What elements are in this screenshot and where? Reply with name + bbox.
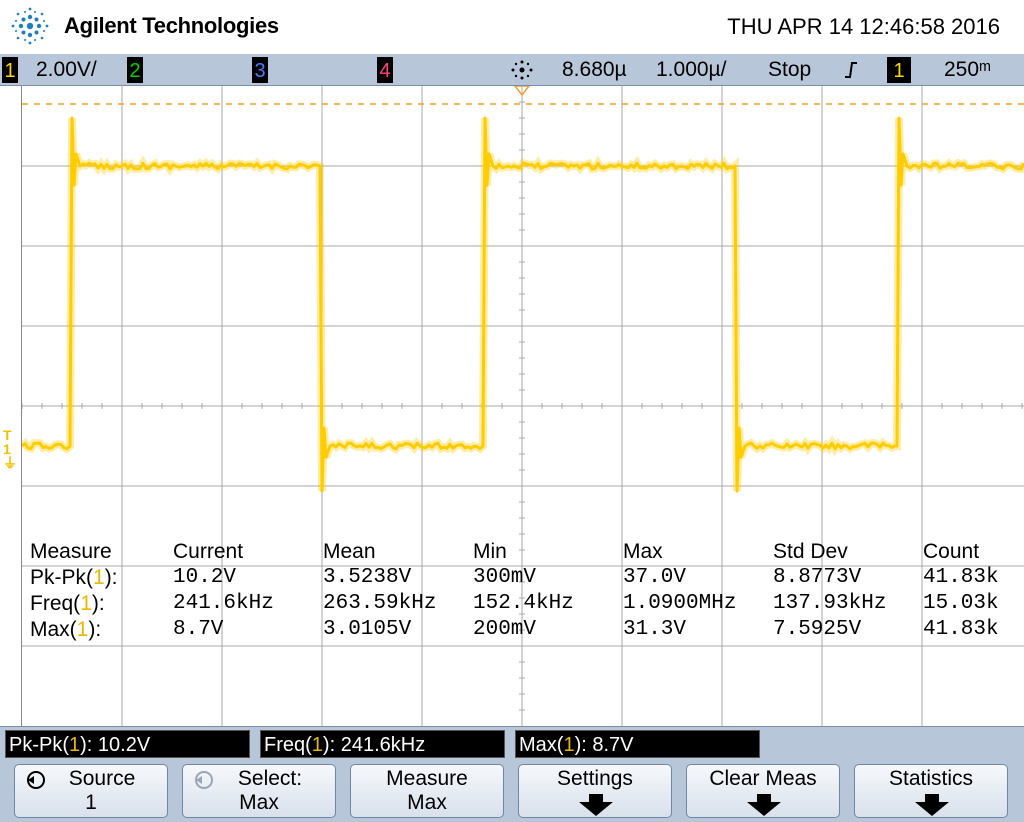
quick-meas-freq[interactable]: Freq(1): 241.6kHz [260, 730, 505, 758]
quick-meas-value: ): 10.2V [80, 734, 151, 756]
submenu-arrow-icon [747, 794, 781, 816]
column-header: Count [923, 540, 980, 563]
cell-count: 41.83k [923, 566, 999, 589]
select-button[interactable]: Select: Max [182, 764, 336, 818]
column-header: Max [623, 540, 663, 563]
channel-number: 1 [93, 566, 105, 589]
channel-number: 1 [80, 592, 92, 615]
measure-value: Max [407, 791, 447, 814]
column-header: Measure [30, 540, 112, 563]
measurement-label: Pk-Pk( [30, 566, 93, 589]
quick-meas-pkpk[interactable]: Pk-Pk(1): 10.2V [5, 730, 250, 758]
clear-meas-label: Clear Meas [709, 767, 817, 790]
channel-number: 1 [76, 618, 89, 641]
column-header: Std Dev [773, 540, 848, 563]
cell-max: 31.3V [623, 618, 687, 641]
measure-max-button[interactable]: Measure Max [350, 764, 504, 818]
cell-min: 200mV [473, 618, 537, 641]
cell-current: 10.2V [173, 566, 237, 589]
cell-mean: 3.5238V [323, 566, 412, 589]
quick-meas-label: Freq( [264, 734, 312, 756]
quick-meas-value: ): 241.6kHz [322, 734, 426, 756]
channel-3-indicator[interactable]: 3 [252, 57, 268, 83]
timebase-value: 1.000µ/ [656, 58, 727, 81]
datetime: THU APR 14 12:46:58 2016 [727, 14, 1000, 39]
statistics-button[interactable]: Statistics [854, 764, 1008, 818]
header-bar: Agilent Technologies THU APR 14 12:46:58… [0, 0, 1024, 54]
measurement-label: Max( [30, 618, 77, 641]
trigger-level: 250ᵐ [944, 58, 992, 81]
cell-current: 8.7V [173, 618, 224, 641]
measurement-name: Max(1): [30, 618, 101, 642]
quick-measurement-bar: Pk-Pk(1): 10.2V Freq(1): 241.6kHz Max(1)… [0, 726, 1024, 762]
source-label: Source [68, 767, 136, 790]
statistics-label: Statistics [888, 767, 974, 790]
measurement-suffix: ): [104, 566, 118, 589]
channel-1-scale: 2.00V/ [36, 58, 97, 81]
source-value: 1 [85, 791, 97, 814]
measurement-suffix: ): [91, 592, 105, 615]
cell-mean: 263.59kHz [323, 592, 437, 615]
channel-number: 1 [69, 734, 81, 756]
column-header: Mean [323, 540, 376, 563]
clear-meas-button[interactable]: Clear Meas [686, 764, 840, 818]
channel-1-waveform-noise [22, 117, 1024, 492]
measurement-label: Freq( [30, 592, 81, 615]
delay-icon [511, 60, 533, 80]
cell-stddev: 7.5925V [773, 618, 862, 641]
agilent-spark-icon [11, 7, 49, 45]
delay-value: 8.680µ [562, 58, 627, 81]
run-state: Stop [768, 58, 812, 81]
status-bar: 1 2.00V/ 2 3 4 8.680µ 1.000µ/ Stop 1 250… [0, 54, 1024, 86]
quick-meas-value: ): 8.7V [574, 734, 634, 756]
cell-max: 1.0900MHz [623, 592, 737, 615]
cell-count: 15.03k [923, 592, 999, 615]
cell-mean: 3.0105V [323, 618, 412, 641]
quick-meas-label: Max( [519, 734, 564, 756]
source-button[interactable]: Source 1 [14, 764, 168, 818]
cell-min: 152.4kHz [473, 592, 574, 615]
measurement-suffix: ): [88, 618, 102, 641]
measurement-name: Freq(1): [30, 592, 105, 616]
cell-stddev: 8.8773V [773, 566, 862, 589]
channel-4-indicator[interactable]: 4 [377, 57, 393, 83]
trigger-source[interactable]: 1 [887, 57, 911, 83]
settings-label: Settings [557, 767, 633, 790]
quick-meas-max[interactable]: Max(1): 8.7V [515, 730, 760, 758]
submenu-arrow-icon [579, 794, 613, 816]
column-header: Current [173, 540, 244, 563]
channel-1-ground-marker: T 1 ⏚ [3, 427, 17, 471]
measurement-name: Pk-Pk(1): [30, 566, 118, 590]
column-header: Min [473, 540, 507, 563]
select-value: Max [239, 791, 279, 814]
brand-name: Agilent Technologies [64, 13, 279, 38]
channel-1-waveform [22, 116, 1024, 493]
channel-1-indicator[interactable]: 1 [2, 57, 18, 83]
cell-count: 41.83k [923, 618, 999, 641]
cell-min: 300mV [473, 566, 537, 589]
channel-number: 1 [311, 734, 323, 756]
submenu-arrow-icon [915, 794, 949, 816]
cell-current: 241.6kHz [173, 592, 274, 615]
cell-stddev: 137.93kHz [773, 592, 887, 615]
measure-label: Measure [386, 767, 468, 790]
select-label: Select: [237, 767, 303, 790]
quick-meas-label: Pk-Pk( [9, 734, 69, 756]
rising-edge-icon [845, 62, 857, 78]
channel-2-indicator[interactable]: 2 [127, 57, 143, 83]
softkey-bar: Source 1 Select: Max Measure Max Setting… [0, 762, 1024, 822]
channel-number: 1 [563, 734, 575, 756]
settings-button[interactable]: Settings [518, 764, 672, 818]
cell-max: 37.0V [623, 566, 687, 589]
